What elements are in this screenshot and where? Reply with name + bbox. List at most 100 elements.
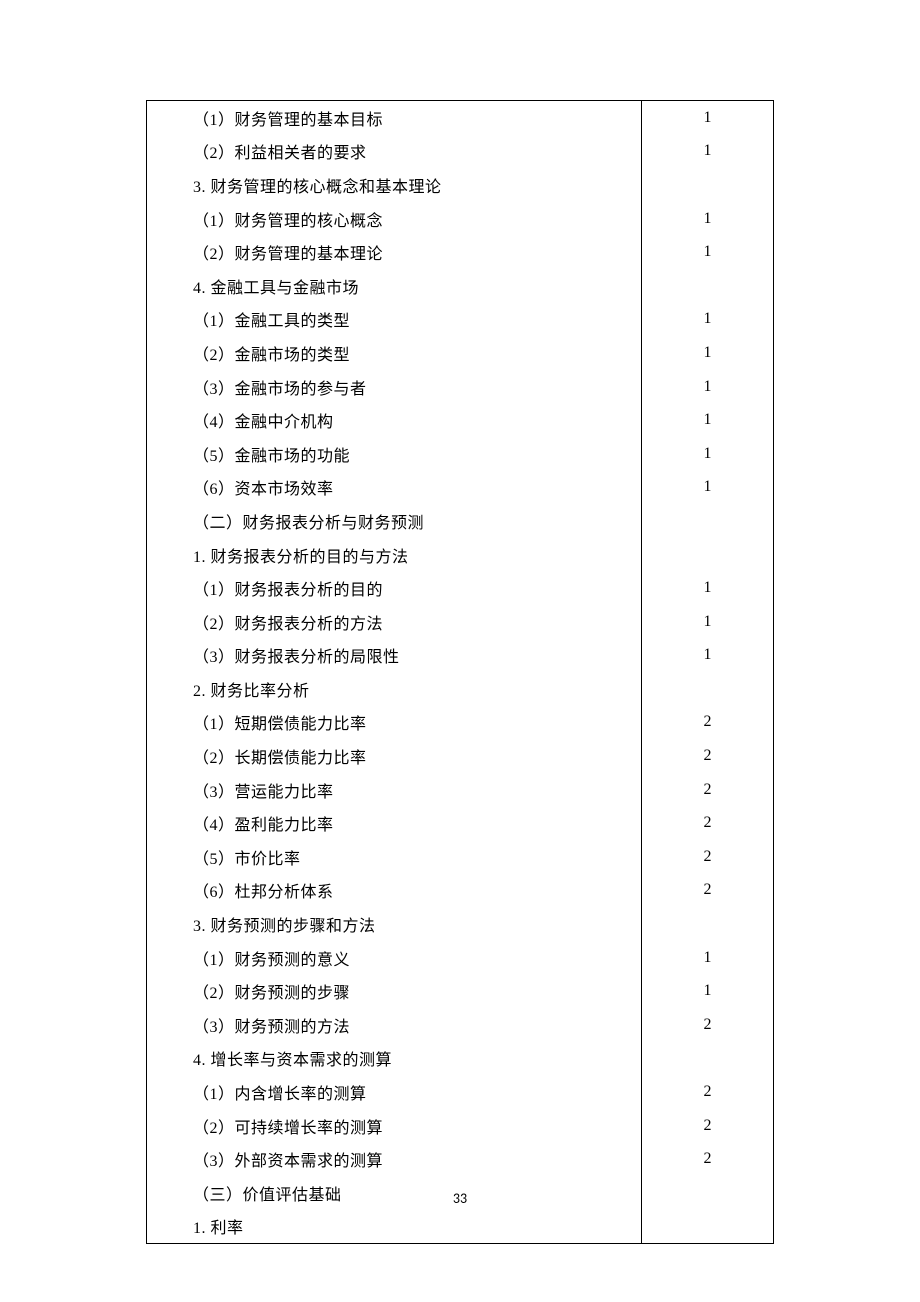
row-text: 4. 金融工具与金融市场 <box>147 274 641 298</box>
table-row: （3）金融市场的参与者1 <box>147 370 773 404</box>
row-text: 3. 财务管理的核心概念和基本理论 <box>147 173 641 197</box>
row-value <box>641 1210 773 1244</box>
row-text: （1）财务管理的核心概念 <box>147 207 641 231</box>
row-text: 1. 利率 <box>147 1214 641 1238</box>
table-row: 1. 财务报表分析的目的与方法 <box>147 538 773 572</box>
row-value: 1 <box>641 941 773 975</box>
row-value: 1 <box>641 639 773 673</box>
row-text: （3）外部资本需求的测算 <box>147 1147 641 1171</box>
row-text: （4）盈利能力比率 <box>147 811 641 835</box>
row-text: （2）可持续增长率的测算 <box>147 1114 641 1138</box>
row-text: 2. 财务比率分析 <box>147 677 641 701</box>
row-value <box>641 1042 773 1076</box>
table-row: 4. 增长率与资本需求的测算 <box>147 1042 773 1076</box>
table-row: 2. 财务比率分析 <box>147 672 773 706</box>
table-row: （6）杜邦分析体系2 <box>147 874 773 908</box>
row-value: 2 <box>641 874 773 908</box>
table-row: （3）营运能力比率2 <box>147 773 773 807</box>
row-value: 2 <box>641 1075 773 1109</box>
table-row: （2）可持续增长率的测算2 <box>147 1109 773 1143</box>
syllabus-table: （1）财务管理的基本目标1（2）利益相关者的要求13. 财务管理的核心概念和基本… <box>146 100 774 1244</box>
row-value: 2 <box>641 706 773 740</box>
row-text: （2）财务报表分析的方法 <box>147 610 641 634</box>
row-value: 1 <box>641 471 773 505</box>
row-text: （2）长期偿债能力比率 <box>147 744 641 768</box>
table-row: （3）外部资本需求的测算2 <box>147 1142 773 1176</box>
row-text: 1. 财务报表分析的目的与方法 <box>147 543 641 567</box>
row-text: （3）金融市场的参与者 <box>147 375 641 399</box>
table-row: （1）财务管理的核心概念1 <box>147 202 773 236</box>
row-value: 1 <box>641 974 773 1008</box>
row-value: 1 <box>641 101 773 135</box>
table-row: （1）财务报表分析的目的1 <box>147 571 773 605</box>
table-row: （2）财务管理的基本理论1 <box>147 235 773 269</box>
row-value <box>641 672 773 706</box>
row-text: （2）金融市场的类型 <box>147 341 641 365</box>
table-row: （1）短期偿债能力比率2 <box>147 706 773 740</box>
row-text: （1）内含增长率的测算 <box>147 1080 641 1104</box>
table-row: （5）市价比率2 <box>147 840 773 874</box>
row-value <box>641 168 773 202</box>
table-row: （2）长期偿债能力比率2 <box>147 739 773 773</box>
row-value: 2 <box>641 1109 773 1143</box>
table-row: （6）资本市场效率1 <box>147 471 773 505</box>
row-value: 2 <box>641 1142 773 1176</box>
row-value: 2 <box>641 1008 773 1042</box>
table-row: （2）财务报表分析的方法1 <box>147 605 773 639</box>
row-value: 1 <box>641 336 773 370</box>
row-value: 2 <box>641 806 773 840</box>
row-text: 3. 财务预测的步骤和方法 <box>147 912 641 936</box>
row-value: 2 <box>641 739 773 773</box>
table-row: （4）盈利能力比率2 <box>147 806 773 840</box>
table-row: （二）财务报表分析与财务预测 <box>147 504 773 538</box>
row-text: （6）资本市场效率 <box>147 475 641 499</box>
row-text: （1）财务预测的意义 <box>147 946 641 970</box>
row-value <box>641 269 773 303</box>
row-text: （3）财务预测的方法 <box>147 1013 641 1037</box>
row-value <box>641 907 773 941</box>
table-row: 4. 金融工具与金融市场 <box>147 269 773 303</box>
table-row: 1. 利率 <box>147 1210 773 1244</box>
row-value: 1 <box>641 135 773 169</box>
row-value: 1 <box>641 571 773 605</box>
row-value: 1 <box>641 303 773 337</box>
table-row: 3. 财务预测的步骤和方法 <box>147 907 773 941</box>
row-value: 2 <box>641 773 773 807</box>
page-number: 33 <box>0 1190 920 1207</box>
table-row: （1）金融工具的类型1 <box>147 303 773 337</box>
row-text: （5）金融市场的功能 <box>147 442 641 466</box>
table-row: （1）财务管理的基本目标1 <box>147 101 773 135</box>
row-text: （1）财务管理的基本目标 <box>147 106 641 130</box>
row-text: （二）财务报表分析与财务预测 <box>147 509 641 533</box>
table-row: （2）金融市场的类型1 <box>147 336 773 370</box>
table-row: （1）财务预测的意义1 <box>147 941 773 975</box>
row-text: （1）财务报表分析的目的 <box>147 576 641 600</box>
table-row: （5）金融市场的功能1 <box>147 437 773 471</box>
row-text: （2）财务预测的步骤 <box>147 979 641 1003</box>
row-text: 4. 增长率与资本需求的测算 <box>147 1046 641 1070</box>
document-page: （1）财务管理的基本目标1（2）利益相关者的要求13. 财务管理的核心概念和基本… <box>0 0 920 1302</box>
row-value <box>641 538 773 572</box>
table-row: （3）财务报表分析的局限性1 <box>147 639 773 673</box>
table-row: （1）内含增长率的测算2 <box>147 1075 773 1109</box>
table-row: 3. 财务管理的核心概念和基本理论 <box>147 168 773 202</box>
row-value: 1 <box>641 202 773 236</box>
row-text: （2）财务管理的基本理论 <box>147 240 641 264</box>
row-text: （1）短期偿债能力比率 <box>147 710 641 734</box>
row-text: （3）财务报表分析的局限性 <box>147 643 641 667</box>
row-value: 2 <box>641 840 773 874</box>
row-value: 1 <box>641 605 773 639</box>
table-row: （3）财务预测的方法2 <box>147 1008 773 1042</box>
row-text: （6）杜邦分析体系 <box>147 878 641 902</box>
row-value: 1 <box>641 370 773 404</box>
table-row: （4）金融中介机构1 <box>147 403 773 437</box>
row-text: （1）金融工具的类型 <box>147 307 641 331</box>
row-text: （5）市价比率 <box>147 845 641 869</box>
table-row: （2）利益相关者的要求1 <box>147 135 773 169</box>
row-text: （3）营运能力比率 <box>147 778 641 802</box>
row-value <box>641 504 773 538</box>
row-value: 1 <box>641 437 773 471</box>
table-row: （2）财务预测的步骤1 <box>147 974 773 1008</box>
row-text: （4）金融中介机构 <box>147 408 641 432</box>
row-text: （2）利益相关者的要求 <box>147 139 641 163</box>
